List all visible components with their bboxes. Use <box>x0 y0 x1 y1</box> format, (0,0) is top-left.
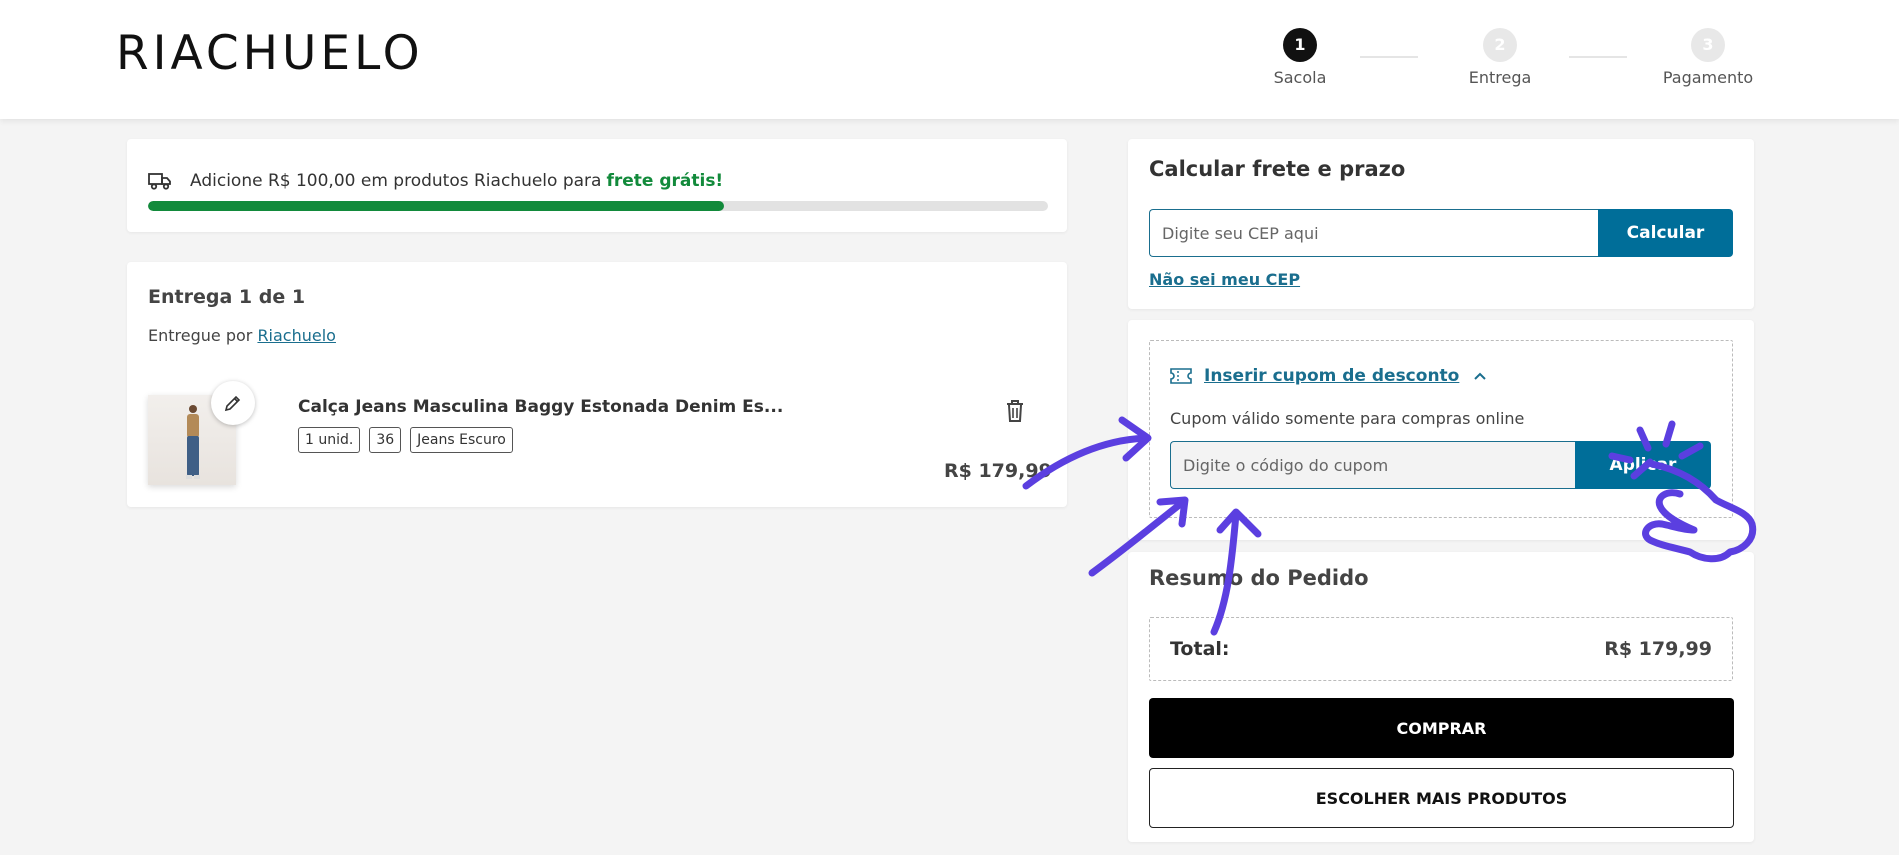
product-attributes: 1 unid. 36 Jeans Escuro <box>298 427 513 453</box>
delivered-by: Entregue por Riachuelo <box>148 326 336 345</box>
edit-product-button[interactable] <box>211 381 255 425</box>
step-number-1: 1 <box>1283 28 1317 62</box>
total-box: Total: R$ 179,99 <box>1149 617 1733 681</box>
free-shipping-text: Adicione R$ 100,00 em produtos Riachuelo… <box>190 171 602 191</box>
shipping-calculator-title: Calcular frete e prazo <box>1149 157 1406 181</box>
quantity-chip: 1 unid. <box>298 427 361 453</box>
buy-button[interactable]: COMPRAR <box>1149 698 1734 758</box>
free-shipping-banner: Adicione R$ 100,00 em produtos Riachuelo… <box>127 139 1067 232</box>
delivered-by-label: Entregue por <box>148 326 253 345</box>
step-number-2: 2 <box>1483 28 1517 62</box>
step-label-sacola: Sacola <box>1273 68 1327 87</box>
coupon-input[interactable] <box>1170 441 1576 489</box>
header: RIACHUELO 1 Sacola 2 Entrega 3 Pagamento <box>0 0 1899 119</box>
step-connector <box>1569 56 1627 58</box>
seller-link[interactable]: Riachuelo <box>257 326 336 345</box>
shipping-calculator: Calcular frete e prazo Calcular Não sei … <box>1128 139 1754 309</box>
free-shipping-progress <box>148 201 1048 211</box>
choose-more-products-button[interactable]: ESCOLHER MAIS PRODUTOS <box>1149 768 1734 828</box>
delivery-card: Entrega 1 de 1 Entregue por Riachuelo Ca… <box>127 262 1067 507</box>
step-label-entrega: Entrega <box>1468 68 1532 87</box>
coupon-card: Inserir cupom de desconto Cupom válido s… <box>1128 320 1754 540</box>
ticket-icon <box>1170 368 1192 384</box>
product-price: R$ 179,99 <box>944 460 1052 482</box>
product-photo <box>186 405 200 479</box>
cep-input[interactable] <box>1149 209 1599 257</box>
coupon-note: Cupom válido somente para compras online <box>1170 409 1525 428</box>
total-label: Total: <box>1170 638 1230 660</box>
step-connector <box>1360 56 1418 58</box>
apply-coupon-button[interactable]: Aplicar <box>1575 441 1711 489</box>
checkout-stepper: 1 Sacola 2 Entrega 3 Pagamento <box>1240 28 1760 98</box>
coupon-toggle-label: Inserir cupom de desconto <box>1204 366 1460 386</box>
coupon-box: Inserir cupom de desconto Cupom válido s… <box>1149 340 1733 518</box>
total-value: R$ 179,99 <box>1604 638 1712 660</box>
free-shipping-message: Adicione R$ 100,00 em produtos Riachuelo… <box>148 171 723 191</box>
size-chip: 36 <box>369 427 402 453</box>
color-chip: Jeans Escuro <box>410 427 513 453</box>
calculate-button[interactable]: Calcular <box>1598 209 1733 257</box>
truck-icon <box>148 173 171 190</box>
trash-icon[interactable] <box>1005 399 1025 423</box>
order-summary-title: Resumo do Pedido <box>1149 566 1369 590</box>
order-summary: Resumo do Pedido Total: R$ 179,99 COMPRA… <box>1128 552 1754 842</box>
pencil-icon <box>224 395 241 412</box>
chevron-up-icon <box>1474 372 1487 380</box>
delivery-title: Entrega 1 de 1 <box>148 286 306 308</box>
riachuelo-logo[interactable]: RIACHUELO <box>116 28 424 80</box>
coupon-toggle[interactable]: Inserir cupom de desconto <box>1170 366 1487 386</box>
product-name[interactable]: Calça Jeans Masculina Baggy Estonada Den… <box>298 397 783 417</box>
step-pagamento: 3 Pagamento <box>1648 28 1768 87</box>
step-sacola: 1 Sacola <box>1240 28 1360 87</box>
step-label-pagamento: Pagamento <box>1662 68 1754 87</box>
dont-know-cep-link[interactable]: Não sei meu CEP <box>1149 270 1300 289</box>
progress-fill <box>148 201 724 211</box>
step-number-3: 3 <box>1691 28 1725 62</box>
free-shipping-highlight: frete grátis! <box>606 171 724 191</box>
step-entrega: 2 Entrega <box>1440 28 1560 87</box>
